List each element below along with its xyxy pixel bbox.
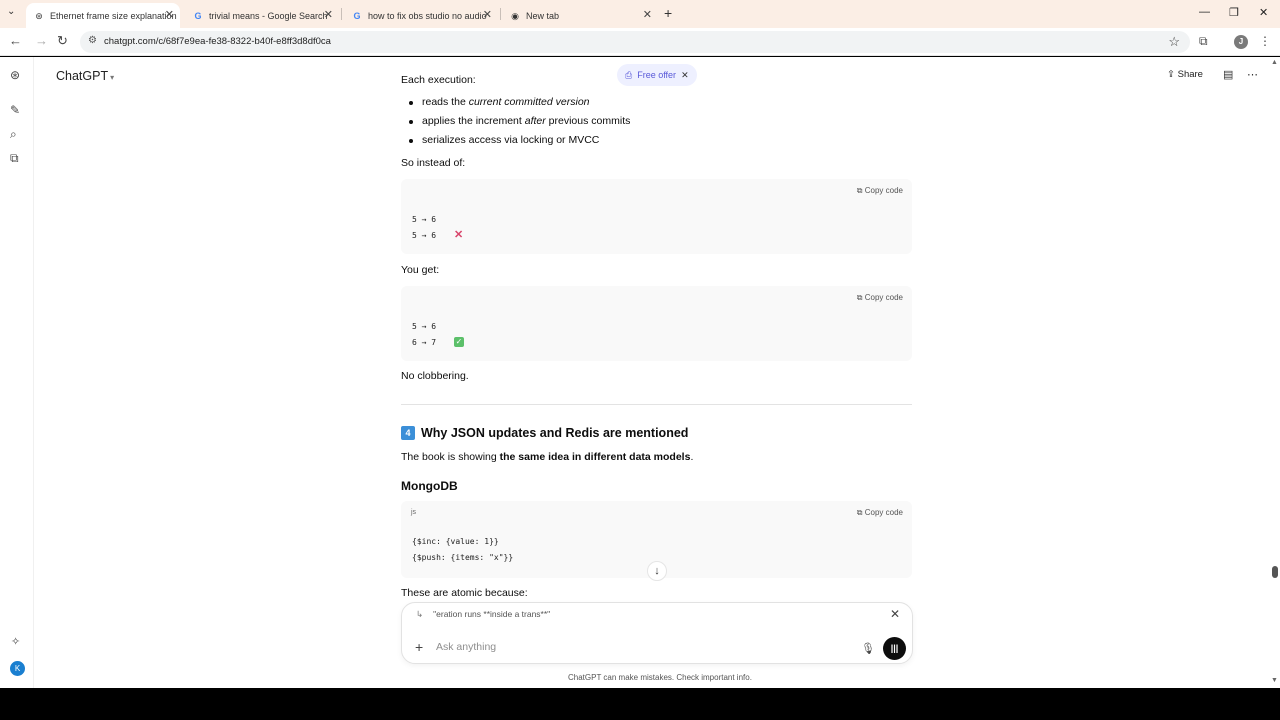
model-label: ChatGPT bbox=[56, 69, 109, 83]
copy-code-button[interactable]: ⧉ Copy code bbox=[857, 508, 903, 518]
code-line: 5 → 6 bbox=[412, 322, 437, 331]
tab-obs-audio[interactable]: G how to fix obs studio no audio ✕ bbox=[344, 3, 498, 28]
close-icon[interactable]: ✕ bbox=[324, 8, 333, 21]
extensions-icon[interactable]: ⧉ bbox=[1199, 34, 1208, 49]
red-cross-icon: ✕ bbox=[454, 229, 464, 241]
tab-search-icon[interactable]: ⌄ bbox=[7, 6, 15, 17]
close-icon[interactable]: ✕ bbox=[643, 8, 652, 21]
voice-mode-button[interactable]: ||| bbox=[883, 637, 906, 660]
code-line: 5 → 6 bbox=[412, 231, 437, 240]
plus-icon[interactable]: + bbox=[415, 639, 423, 655]
code-block: ⧉ Copy code 5 → 6 6 → 7 ✓ bbox=[401, 286, 912, 361]
section-heading: 4 Why JSON updates and Redis are mentione… bbox=[401, 426, 688, 440]
paragraph: You get: bbox=[401, 264, 440, 276]
new-tab-plus-icon[interactable]: + bbox=[664, 5, 672, 21]
canvas-icon[interactable]: ▤ bbox=[1223, 68, 1233, 81]
chrome-icon: ◉ bbox=[511, 10, 519, 21]
browser-tab-bar: ⌄ ⊛ Ethernet frame size explanation ✕ G … bbox=[0, 0, 1280, 28]
copy-icon: ⧉ bbox=[856, 293, 863, 302]
quoted-selection: ↳ "eration runs **inside a trans**" bbox=[416, 609, 551, 619]
window-close-icon[interactable]: ✕ bbox=[1259, 6, 1268, 19]
code-line: 6 → 7 bbox=[412, 338, 437, 347]
scroll-down-arrow-icon[interactable]: ↓ bbox=[647, 561, 667, 581]
close-icon[interactable]: ✕ bbox=[890, 607, 900, 621]
forward-arrow-icon[interactable]: → bbox=[35, 33, 48, 48]
scrollbar-thumb[interactable] bbox=[1272, 566, 1278, 578]
restore-icon[interactable]: ❐ bbox=[1229, 6, 1239, 19]
scroll-up-icon[interactable]: ▲ bbox=[1271, 59, 1278, 66]
free-offer-badge[interactable]: ⎙ Free offer ✕ bbox=[617, 64, 697, 86]
copy-code-button[interactable]: ⧉ Copy code bbox=[857, 293, 903, 303]
copy-icon: ⧉ bbox=[856, 508, 863, 517]
list-item: reads the current committed version bbox=[409, 96, 590, 108]
browser-toolbar: ← → ↻ ⚙ chatgpt.com/c/68f7e9ea-fe38-8322… bbox=[0, 28, 1280, 56]
new-chat-icon[interactable]: ✎ bbox=[10, 103, 20, 117]
paragraph: So instead of: bbox=[401, 157, 466, 169]
search-icon[interactable]: ⌕ bbox=[10, 127, 17, 142]
profile-avatar[interactable]: J bbox=[1234, 35, 1248, 49]
back-arrow-icon[interactable]: ← bbox=[9, 33, 22, 48]
paragraph: No clobbering. bbox=[401, 370, 469, 382]
google-icon: G bbox=[353, 10, 361, 21]
url-text: chatgpt.com/c/68f7e9ea-fe38-8322-b40f-e8… bbox=[104, 36, 331, 47]
code-language: js bbox=[411, 509, 417, 516]
close-icon[interactable]: ✕ bbox=[681, 70, 689, 81]
tab-new-tab[interactable]: ◉ New tab ✕ bbox=[502, 3, 658, 28]
sparkle-icon[interactable]: ✧ bbox=[11, 635, 20, 648]
share-label: Share bbox=[1177, 69, 1203, 80]
code-line: {$inc: {value: 1}} bbox=[412, 537, 499, 546]
paragraph: Each execution: bbox=[401, 74, 476, 86]
tab-separator bbox=[341, 8, 342, 20]
address-bar[interactable]: ⚙ chatgpt.com/c/68f7e9ea-fe38-8322-b40f-… bbox=[80, 31, 1190, 53]
model-selector[interactable]: ChatGPT ▾ bbox=[56, 69, 114, 83]
list-item: serializes access via locking or MVCC bbox=[408, 134, 600, 146]
browser-menu-icon[interactable]: ⋮ bbox=[1259, 34, 1271, 48]
site-info-icon[interactable]: ⚙ bbox=[88, 35, 97, 46]
copy-icon: ⧉ bbox=[856, 186, 863, 195]
tab-trivial-means[interactable]: G trivial means - Google Search ✕ bbox=[185, 3, 339, 28]
reload-icon[interactable]: ↻ bbox=[57, 33, 68, 49]
divider bbox=[401, 404, 912, 405]
code-line: {$push: {items: "x"}} bbox=[412, 553, 514, 562]
scrollbar[interactable]: ▲ ▼ bbox=[1270, 57, 1280, 688]
tab-title: New tab bbox=[526, 10, 560, 21]
free-offer-label: Free offer bbox=[637, 70, 677, 80]
tab-ethernet[interactable]: ⊛ Ethernet frame size explanation ✕ bbox=[26, 3, 180, 28]
chatgpt-page: ⊛ ✎ ⌕ ⧉ ✧ K ChatGPT ▾ ⎙ Free offer ✕ ⇪ Sh… bbox=[0, 57, 1280, 688]
disclaimer: ChatGPT can make mistakes. Check importa… bbox=[568, 673, 752, 682]
openai-logo-icon[interactable]: ⊛ bbox=[10, 68, 20, 82]
google-icon: G bbox=[194, 10, 202, 21]
prompt-input[interactable] bbox=[436, 641, 816, 653]
reply-arrow-icon: ↳ bbox=[416, 609, 424, 619]
number-badge: 4 bbox=[401, 426, 415, 440]
library-icon[interactable]: ⧉ bbox=[10, 151, 19, 166]
copy-code-button[interactable]: ⧉ Copy code bbox=[857, 186, 903, 196]
tab-title: Ethernet frame size explanation bbox=[50, 10, 177, 21]
message-composer: ↳"eration runs **inside a trans**" ✕ + 🎙… bbox=[401, 602, 913, 664]
user-avatar[interactable]: K bbox=[10, 661, 25, 676]
green-check-icon: ✓ bbox=[454, 337, 464, 347]
tab-title: trivial means - Google Search bbox=[209, 10, 328, 21]
close-icon[interactable]: ✕ bbox=[483, 8, 492, 21]
more-options-icon[interactable]: ⋯ bbox=[1247, 68, 1258, 81]
left-rail: ⊛ ✎ ⌕ ⧉ ✧ K bbox=[0, 57, 34, 688]
share-icon: ⇪ bbox=[1167, 69, 1175, 80]
scroll-down-icon[interactable]: ▼ bbox=[1271, 677, 1278, 684]
tab-title: how to fix obs studio no audio bbox=[368, 10, 487, 21]
paragraph: The book is showing the same idea in dif… bbox=[401, 451, 694, 463]
subheading: MongoDB bbox=[401, 479, 458, 493]
minimize-icon[interactable]: — bbox=[1199, 6, 1210, 18]
share-button[interactable]: ⇪ Share bbox=[1167, 69, 1203, 80]
chatgpt-icon: ⊛ bbox=[35, 10, 43, 21]
close-icon[interactable]: ✕ bbox=[165, 8, 174, 21]
bookmark-star-icon[interactable]: ☆ bbox=[1168, 34, 1180, 50]
paragraph: These are atomic because: bbox=[401, 587, 528, 599]
tab-separator bbox=[500, 8, 501, 20]
list-item: applies the increment after previous com… bbox=[408, 115, 631, 127]
code-line: 5 → 6 bbox=[412, 215, 437, 224]
microphone-icon[interactable]: 🎙 bbox=[861, 642, 875, 655]
code-block: ⧉ Copy code 5 → 6 5 → 6 ✕ bbox=[401, 179, 912, 254]
chevron-down-icon: ▾ bbox=[110, 73, 115, 82]
gift-icon: ⎙ bbox=[625, 69, 633, 80]
